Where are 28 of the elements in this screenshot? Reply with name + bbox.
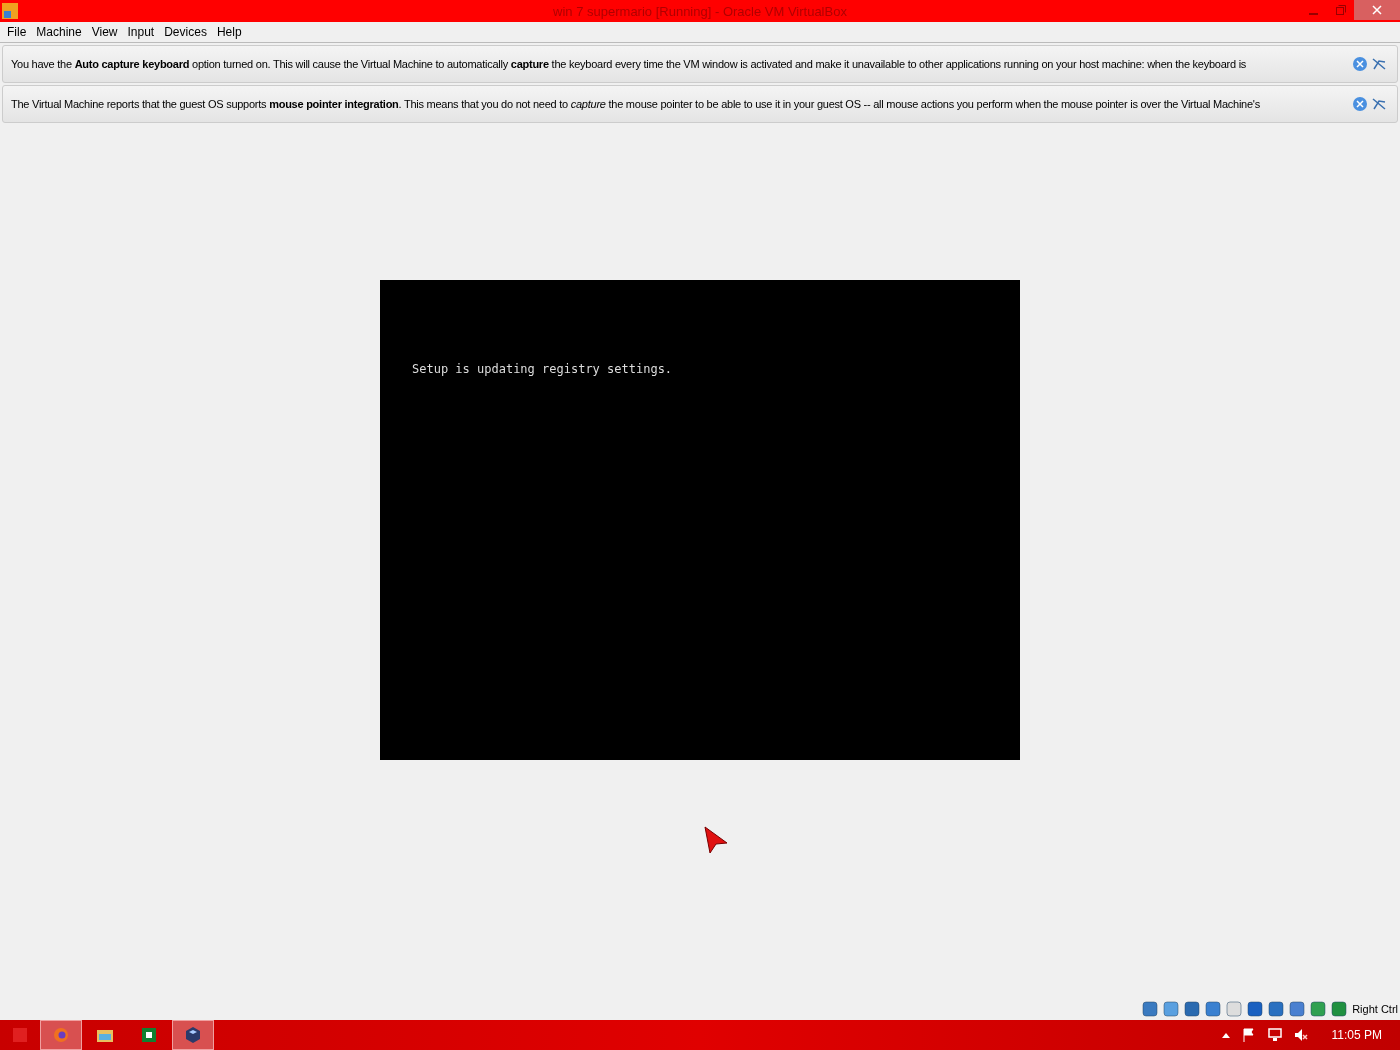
menu-item[interactable]: Help <box>211 25 247 39</box>
notification-text: You have the Auto capture keyboard option turned on. This will cause the Virtual Machine to automatically capture the keyboard every time the VM window is activated and make it unavailable to other applications running on your host machine: when the keyboard is <box>11 58 1248 70</box>
menu-item[interactable]: Machine <box>31 25 87 39</box>
window-title: win 7 supermario [Running] - Oracle VM VirtualBox <box>552 3 848 19</box>
store-icon <box>142 1028 156 1042</box>
menu-item[interactable]: View <box>86 25 123 39</box>
menu-item[interactable]: Input <box>122 25 160 39</box>
guest-screen[interactable]: Setup is updating registry settings. <box>380 280 1020 760</box>
cube-icon <box>186 1027 200 1043</box>
close-icon[interactable] <box>1352 96 1368 112</box>
close-icon[interactable] <box>1352 56 1368 72</box>
console-text: Setup is updating registry settings. <box>412 362 673 376</box>
flag-icon[interactable] <box>1241 1028 1256 1042</box>
minimize-icon <box>1309 12 1318 15</box>
menu-item[interactable]: File <box>2 25 32 39</box>
taskbar-button[interactable] <box>40 1020 82 1050</box>
caret-icon[interactable] <box>1221 1032 1230 1038</box>
close-icon <box>1372 5 1382 15</box>
pointer-icon <box>704 826 728 854</box>
notification-text: The Virtual Machine reports that the guest OS supports mouse pointer integration. This means that you do not need to capture the mouse pointer to be able to use it in your guest OS -- all mouse actions you perform when the mouse pointer is over the Virtual Machine's <box>11 98 1261 110</box>
clock[interactable]: 11:05 PM <box>1331 1028 1382 1042</box>
muted-speaker-icon[interactable] <box>1293 1028 1308 1042</box>
host-key-label: Right Ctrl <box>1352 1003 1398 1015</box>
firefox-icon <box>53 1027 69 1043</box>
menu-item[interactable]: Devices <box>159 25 212 39</box>
app-icon <box>2 3 18 19</box>
maximize-icon <box>1335 5 1346 15</box>
taskbar-button[interactable] <box>172 1020 214 1050</box>
